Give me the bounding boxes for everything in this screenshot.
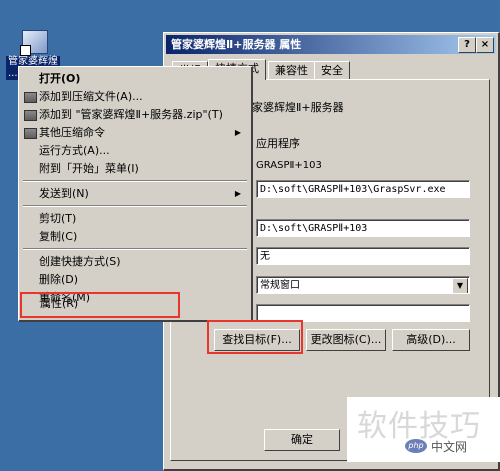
- run-select[interactable]: 常规窗口 ▼: [256, 276, 470, 294]
- start-in-input[interactable]: D:\soft\GRASPⅡ+103: [256, 219, 470, 237]
- menu-item-send-to[interactable]: 发送到(N) ▶: [21, 185, 249, 203]
- title-bar[interactable]: 管家婆辉煌Ⅱ+服务器 属性 ? ×: [166, 35, 496, 54]
- menu-separator: [23, 180, 247, 182]
- chevron-down-icon[interactable]: ▼: [452, 278, 468, 293]
- submenu-arrow-icon: ▶: [234, 128, 241, 137]
- change-icon-button[interactable]: 更改图标(C)...: [306, 329, 386, 351]
- tab-compatibility[interactable]: 兼容性: [268, 61, 315, 79]
- shortcut-icon: [20, 30, 48, 56]
- close-button[interactable]: ×: [476, 37, 494, 53]
- archive-icon: [24, 92, 37, 103]
- target-input[interactable]: D:\soft\GRASPⅡ+103\GraspSvr.exe: [256, 180, 470, 198]
- menu-item-cut[interactable]: 剪切(T): [21, 210, 249, 228]
- highlight-properties: [20, 292, 180, 318]
- menu-item-add-archive[interactable]: 添加到压缩文件(A)...: [21, 88, 249, 106]
- ok-button[interactable]: 确定: [264, 429, 340, 451]
- php-logo-icon: php: [405, 439, 427, 453]
- menu-item-add-zip[interactable]: 添加到 "管家婆辉煌Ⅱ+服务器.zip"(T): [21, 106, 249, 124]
- menu-separator: [23, 205, 247, 207]
- hotkey-input[interactable]: 无: [256, 247, 470, 265]
- context-menu: 打开(O) 添加到压缩文件(A)... 添加到 "管家婆辉煌Ⅱ+服务器.zip"…: [18, 66, 253, 322]
- watermark: 软件技巧 php 中文网: [347, 397, 500, 462]
- menu-item-run-as[interactable]: 运行方式(A)...: [21, 142, 249, 160]
- watermark-site: 中文网: [431, 440, 468, 454]
- shortcut-name: 家婆辉煌Ⅱ+服务器: [252, 101, 344, 114]
- window-title: 管家婆辉煌Ⅱ+服务器 属性: [171, 38, 302, 51]
- menu-item-copy[interactable]: 复制(C): [21, 228, 249, 246]
- target-location-value: GRASPⅡ+103: [256, 160, 322, 171]
- menu-separator: [23, 248, 247, 250]
- archive-icon: [24, 110, 37, 121]
- advanced-button[interactable]: 高级(D)...: [392, 329, 470, 351]
- menu-item-create-shortcut[interactable]: 创建快捷方式(S): [21, 253, 249, 271]
- run-select-value: 常规窗口: [260, 280, 300, 291]
- tab-security[interactable]: 安全: [314, 61, 350, 79]
- menu-item-pin-start[interactable]: 附到「开始」菜单(I): [21, 160, 249, 178]
- menu-item-delete[interactable]: 删除(D): [21, 271, 249, 289]
- help-button[interactable]: ?: [458, 37, 476, 53]
- menu-item-open[interactable]: 打开(O): [21, 70, 249, 88]
- archive-icon: [24, 128, 37, 139]
- submenu-arrow-icon: ▶: [234, 189, 241, 198]
- target-type-value: 应用程序: [256, 137, 300, 150]
- menu-item-other-compress[interactable]: 其他压缩命令 ▶: [21, 124, 249, 142]
- highlight-find-target: [207, 320, 303, 354]
